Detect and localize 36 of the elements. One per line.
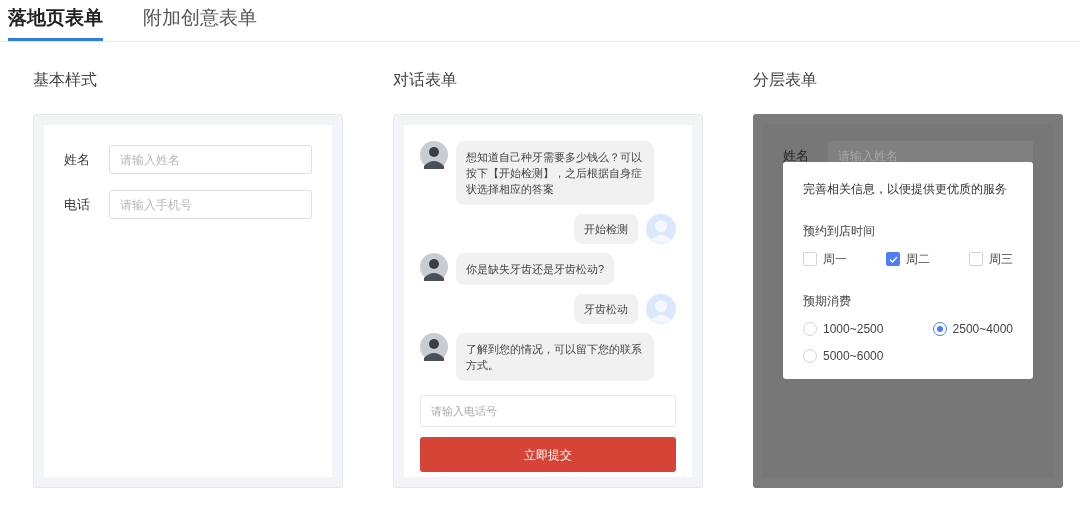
option-label: 周一 [823,251,847,268]
submit-button[interactable]: 立即提交 [420,437,676,472]
option-label: 1000~2500 [823,321,884,338]
field-label: 电话 [64,195,91,214]
checkbox[interactable] [886,252,900,266]
section-title: 对话表单 [393,70,458,90]
radio-button[interactable] [932,322,947,336]
avatar-icon [420,141,448,169]
avatar-icon [420,333,448,361]
input-field[interactable]: 请输入姓名 [108,145,312,174]
checkbox[interactable] [803,252,817,266]
avatar-icon [646,214,676,244]
field-label: 姓名 [783,146,810,165]
message-bubble: 想知道自己种牙需要多少钱么？可以按下【开始检测】，之后根据自身症状选择相应的答案 [456,141,654,205]
tab[interactable]: 附加创意表单 [143,3,257,41]
message-bubble: 了解到您的情况，可以留下您的联系方式。 [456,333,654,381]
tab[interactable]: 落地页表单 [8,3,103,41]
input-field[interactable]: 请输入手机号 [108,190,312,219]
message-bubble: 牙齿松动 [574,294,638,324]
section-title: 分层表单 [753,70,818,90]
checkbox[interactable] [969,252,983,266]
message-bubble: 你是缺失牙齿还是牙齿松动? [456,253,615,285]
dialog-heading: 完善相关信息，以便提供更优质的服务 [803,181,1008,198]
option-label: 5000~6000 [823,348,884,365]
option-label: 2500~4000 [952,321,1013,338]
group-label: 预约到店时间 [803,223,876,240]
check-icon [888,255,898,263]
avatar-icon [646,294,676,324]
option-label: 周三 [989,251,1013,268]
phone-field[interactable]: 请输入电话号 [420,395,676,427]
avatar-icon [420,253,448,281]
option-label: 周二 [906,251,930,268]
section-title: 基本样式 [33,70,98,90]
field-label: 姓名 [64,150,91,169]
message-bubble: 开始检测 [574,214,638,244]
group-label: 预期消费 [803,293,852,310]
